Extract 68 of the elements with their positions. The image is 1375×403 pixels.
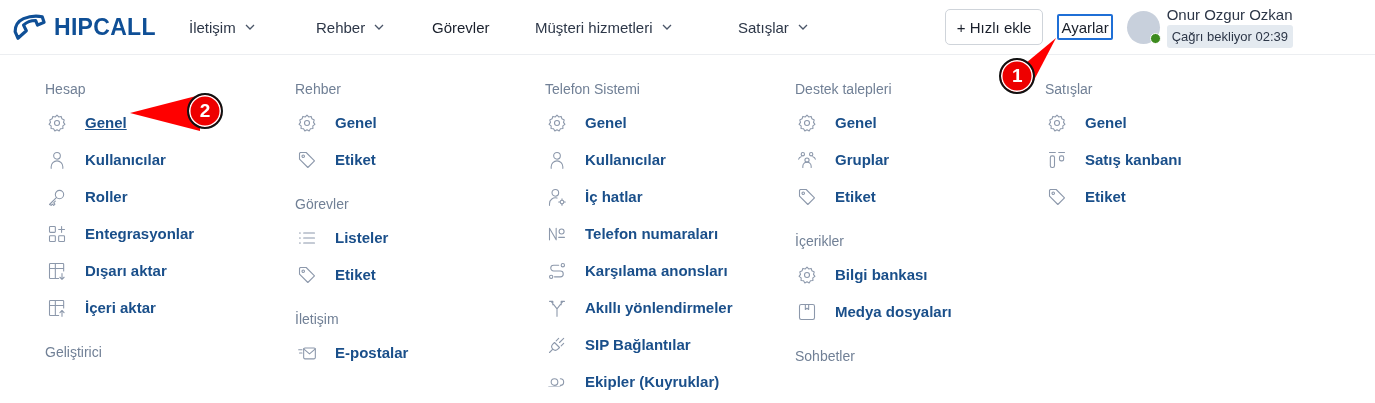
tag-icon [297, 149, 317, 170]
settings-link[interactable]: Medya dosyaları [835, 302, 952, 320]
settings-link[interactable]: Gruplar [835, 150, 890, 168]
settings-link[interactable]: Roller [85, 187, 128, 205]
callout-badge: 1 [999, 58, 1036, 94]
settings-link[interactable]: Genel [85, 113, 127, 131]
user-name: Onur Ozgur Ozkan [1166, 6, 1293, 23]
section-heading: İletişim [295, 310, 340, 329]
tag-icon [797, 186, 817, 207]
settings-link[interactable]: Kullanıcılar [85, 150, 166, 168]
section-heading: Destek talepleri [795, 80, 893, 99]
gear-icon [797, 112, 817, 133]
settings-link[interactable]: SIP Bağlantılar [585, 335, 691, 353]
gear-icon [797, 264, 817, 285]
settings-link[interactable]: Genel [585, 113, 627, 131]
tag-icon [1047, 186, 1067, 207]
settings-link[interactable]: E-postalar [335, 343, 409, 361]
nav-menu-item[interactable]: Rehber [316, 18, 432, 36]
nav-menu-item[interactable]: Görevler [432, 18, 535, 36]
bookmark-box-icon [797, 301, 817, 322]
users-icon [547, 376, 567, 387]
nav-menu-item[interactable]: Müşteri hizmetleri [535, 18, 738, 36]
section-heading: Telefon Sistemi [545, 80, 641, 99]
section-heading: Satışlar [1045, 80, 1094, 99]
settings-link[interactable]: Etiket [335, 150, 376, 168]
quick-add-button[interactable]: + Hızlı ekle [944, 9, 1044, 45]
route-icon [547, 260, 567, 281]
settings-link[interactable]: Entegrasyonlar [85, 224, 195, 242]
section-heading: Hesap [45, 80, 87, 99]
settings-link[interactable]: Genel [835, 113, 877, 131]
section-heading: Sohbetler [795, 347, 856, 366]
section-heading: Görevler [295, 195, 350, 214]
settings-link[interactable]: Listeler [335, 228, 389, 246]
grid-plus-icon [47, 223, 67, 244]
settings-link[interactable]: İç hatlar [585, 187, 643, 205]
settings-link[interactable]: Kullanıcılar [585, 150, 666, 168]
settings-link[interactable]: Genel [335, 113, 377, 131]
settings-link[interactable]: Etiket [335, 265, 376, 283]
section-heading: Rehber [295, 80, 342, 99]
section-heading: İçerikler [795, 232, 845, 251]
settings-link[interactable]: Etiket [835, 187, 876, 205]
tag-icon [297, 264, 317, 285]
settings-link[interactable]: Bilgi bankası [835, 265, 928, 283]
kanban-icon [1047, 149, 1067, 170]
nav-menu-item[interactable]: İletişim [189, 18, 316, 36]
group-icon [797, 149, 817, 170]
table-arrow-up-icon [47, 297, 67, 318]
settings-link[interactable]: Genel [1085, 113, 1127, 131]
settings-link[interactable]: Telefon numaraları [585, 224, 719, 242]
settings-link[interactable]: İçeri aktar [85, 298, 156, 316]
logo-text: HIPCALL [54, 13, 156, 41]
settings-link[interactable]: Ekipler (Kuyruklar) [585, 372, 720, 390]
settings-link[interactable]: Etiket [1085, 187, 1126, 205]
call-status-badge: Çağrı bekliyor 02:39 [1166, 25, 1293, 48]
settings-link[interactable]: Akıllı yönlendirmeler [585, 298, 733, 316]
callout-badge: 2 [187, 92, 223, 129]
nav-menu-item[interactable]: Satışlar [738, 18, 808, 36]
gear-icon [47, 112, 67, 133]
section-heading: Geliştirici [45, 343, 103, 362]
settings-button[interactable]: Ayarlar [1057, 14, 1113, 40]
gear-icon [1047, 112, 1067, 133]
gear-icon [547, 112, 567, 133]
user-gear-icon [547, 186, 567, 207]
settings-link[interactable]: Karşılama anonsları [585, 261, 728, 279]
gear-icon [297, 112, 317, 133]
settings-link[interactable]: Satış kanbanı [1085, 150, 1182, 168]
settings-link[interactable]: Dışarı aktar [85, 261, 167, 279]
table-arrow-down-icon [47, 260, 67, 281]
